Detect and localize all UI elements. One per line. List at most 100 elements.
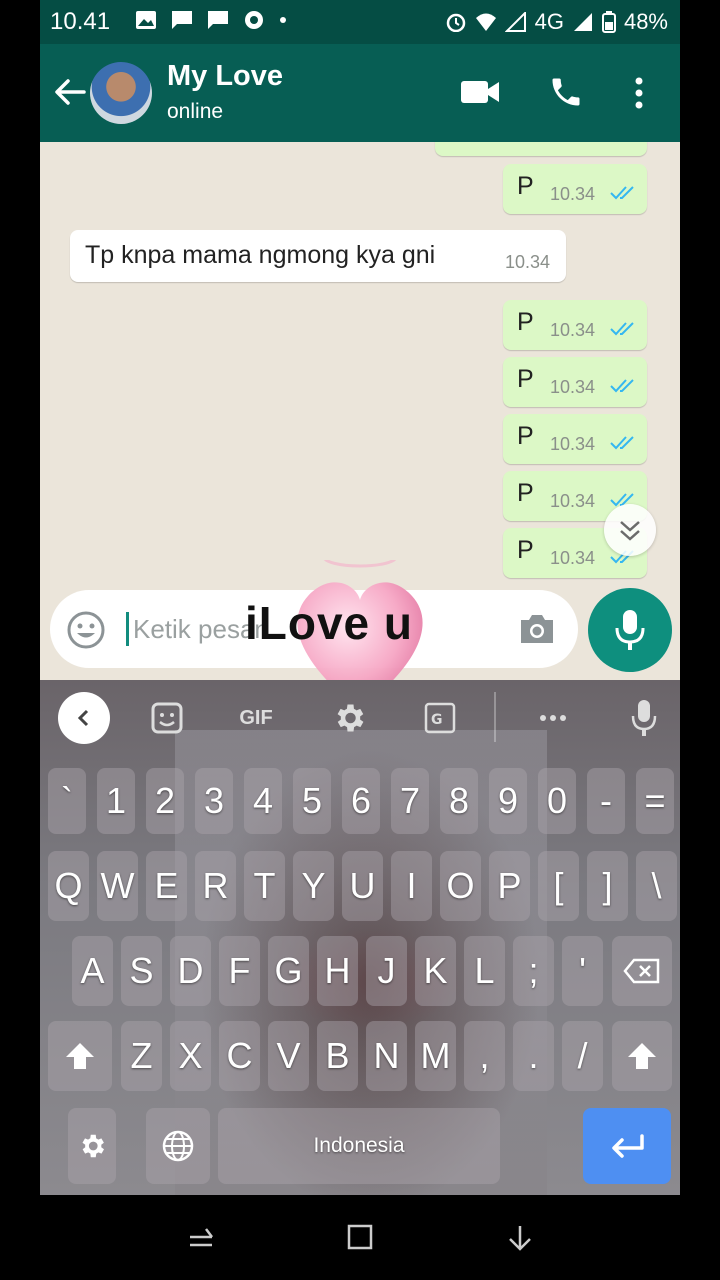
- contact-avatar[interactable]: [90, 62, 152, 124]
- key[interactable]: E: [146, 851, 187, 921]
- message-time: 10.34: [550, 491, 596, 511]
- message-bubble-out[interactable]: P 10.34: [503, 414, 647, 464]
- key[interactable]: A: [72, 936, 113, 1006]
- more-options-icon[interactable]: [632, 76, 646, 110]
- key[interactable]: `: [48, 768, 86, 834]
- gear-icon[interactable]: [331, 696, 367, 740]
- message-bubble-out[interactable]: P 10.34: [503, 300, 647, 350]
- navigation-bar: [0, 1195, 720, 1280]
- key[interactable]: C: [219, 1021, 260, 1091]
- phone-screen: 10.41 4G 48% My Love online P 10.34 Tp k…: [40, 0, 680, 1195]
- key[interactable]: 0: [538, 768, 576, 834]
- message-text: P: [517, 365, 534, 393]
- key[interactable]: D: [170, 936, 211, 1006]
- key[interactable]: ': [562, 936, 603, 1006]
- key[interactable]: U: [342, 851, 383, 921]
- keyboard-mic-icon[interactable]: [630, 696, 658, 740]
- key[interactable]: K: [415, 936, 456, 1006]
- key[interactable]: ,: [464, 1021, 505, 1091]
- message-time: 10.34: [550, 548, 596, 568]
- contact-name[interactable]: My Love: [167, 60, 283, 93]
- message-text: Tp knpa mama ngmong kya gni: [85, 241, 436, 269]
- language-key[interactable]: [146, 1108, 210, 1184]
- key[interactable]: M: [415, 1021, 456, 1091]
- key[interactable]: 2: [146, 768, 184, 834]
- key[interactable]: T: [244, 851, 285, 921]
- home-icon[interactable]: [346, 1223, 374, 1251]
- toolbar-divider: [494, 692, 496, 742]
- read-ticks-icon: [610, 379, 634, 393]
- voice-record-button[interactable]: [588, 588, 672, 672]
- recent-apps-icon[interactable]: [186, 1223, 216, 1253]
- message-bubble-out[interactable]: P 10.34: [503, 164, 647, 214]
- key[interactable]: H: [317, 936, 358, 1006]
- shift-key-right[interactable]: [612, 1021, 672, 1091]
- keyboard-toolbar: GIF G: [40, 680, 680, 756]
- key[interactable]: ]: [587, 851, 628, 921]
- key[interactable]: X: [170, 1021, 211, 1091]
- more-horizontal-icon[interactable]: [536, 696, 570, 740]
- key[interactable]: I: [391, 851, 432, 921]
- phone-call-icon[interactable]: [548, 74, 584, 110]
- scroll-to-bottom-button[interactable]: [604, 504, 656, 556]
- key[interactable]: Q: [48, 851, 89, 921]
- keyboard-collapse-button[interactable]: [58, 692, 110, 744]
- key[interactable]: B: [317, 1021, 358, 1091]
- wifi-icon: [475, 13, 496, 31]
- gear-icon: [82, 1134, 104, 1158]
- key[interactable]: O: [440, 851, 481, 921]
- message-bubble-partial[interactable]: [435, 142, 647, 156]
- key[interactable]: R: [195, 851, 236, 921]
- key[interactable]: P: [489, 851, 530, 921]
- space-key[interactable]: Indonesia: [218, 1108, 500, 1184]
- message-bubble-out[interactable]: P 10.34: [503, 357, 647, 407]
- key[interactable]: 1: [97, 768, 135, 834]
- emoji-icon[interactable]: [66, 610, 106, 650]
- key[interactable]: =: [636, 768, 674, 834]
- gif-button[interactable]: GIF: [233, 696, 279, 740]
- key[interactable]: ;: [513, 936, 554, 1006]
- key[interactable]: 5: [293, 768, 331, 834]
- read-ticks-icon: [610, 322, 634, 336]
- message-time: 10.34: [505, 252, 551, 272]
- key[interactable]: -: [587, 768, 625, 834]
- key[interactable]: V: [268, 1021, 309, 1091]
- battery-icon: [601, 11, 616, 33]
- camera-icon[interactable]: [518, 612, 556, 646]
- key[interactable]: \: [636, 851, 677, 921]
- video-call-icon[interactable]: [460, 78, 500, 106]
- key[interactable]: G: [268, 936, 309, 1006]
- back-arrow-icon[interactable]: [52, 74, 88, 110]
- status-time: 10.41: [50, 8, 111, 35]
- key[interactable]: W: [97, 851, 138, 921]
- key[interactable]: 9: [489, 768, 527, 834]
- key[interactable]: 3: [195, 768, 233, 834]
- key[interactable]: 6: [342, 768, 380, 834]
- signal-icon-2: [573, 13, 592, 31]
- key[interactable]: N: [366, 1021, 407, 1091]
- message-text: P: [517, 479, 534, 507]
- translate-icon[interactable]: G: [423, 696, 457, 740]
- key[interactable]: /: [562, 1021, 603, 1091]
- key[interactable]: J: [366, 936, 407, 1006]
- key[interactable]: .: [513, 1021, 554, 1091]
- key[interactable]: F: [219, 936, 260, 1006]
- backspace-key[interactable]: [612, 936, 672, 1006]
- key[interactable]: 7: [391, 768, 429, 834]
- enter-key[interactable]: [583, 1108, 671, 1184]
- key[interactable]: L: [464, 936, 505, 1006]
- key[interactable]: 4: [244, 768, 282, 834]
- key[interactable]: 8: [440, 768, 478, 834]
- sticker-icon[interactable]: [150, 696, 184, 740]
- key[interactable]: Y: [293, 851, 334, 921]
- message-text: P: [517, 308, 534, 336]
- back-down-icon[interactable]: [505, 1223, 535, 1253]
- key[interactable]: [: [538, 851, 579, 921]
- key[interactable]: Z: [121, 1021, 162, 1091]
- keyboard-settings-key[interactable]: [68, 1108, 116, 1184]
- key[interactable]: S: [121, 936, 162, 1006]
- message-bubble-in[interactable]: Tp knpa mama ngmong kya gni 10.34: [70, 230, 566, 282]
- chrome-icon: [245, 11, 263, 29]
- read-ticks-icon: [610, 436, 634, 450]
- shift-key[interactable]: [48, 1021, 112, 1091]
